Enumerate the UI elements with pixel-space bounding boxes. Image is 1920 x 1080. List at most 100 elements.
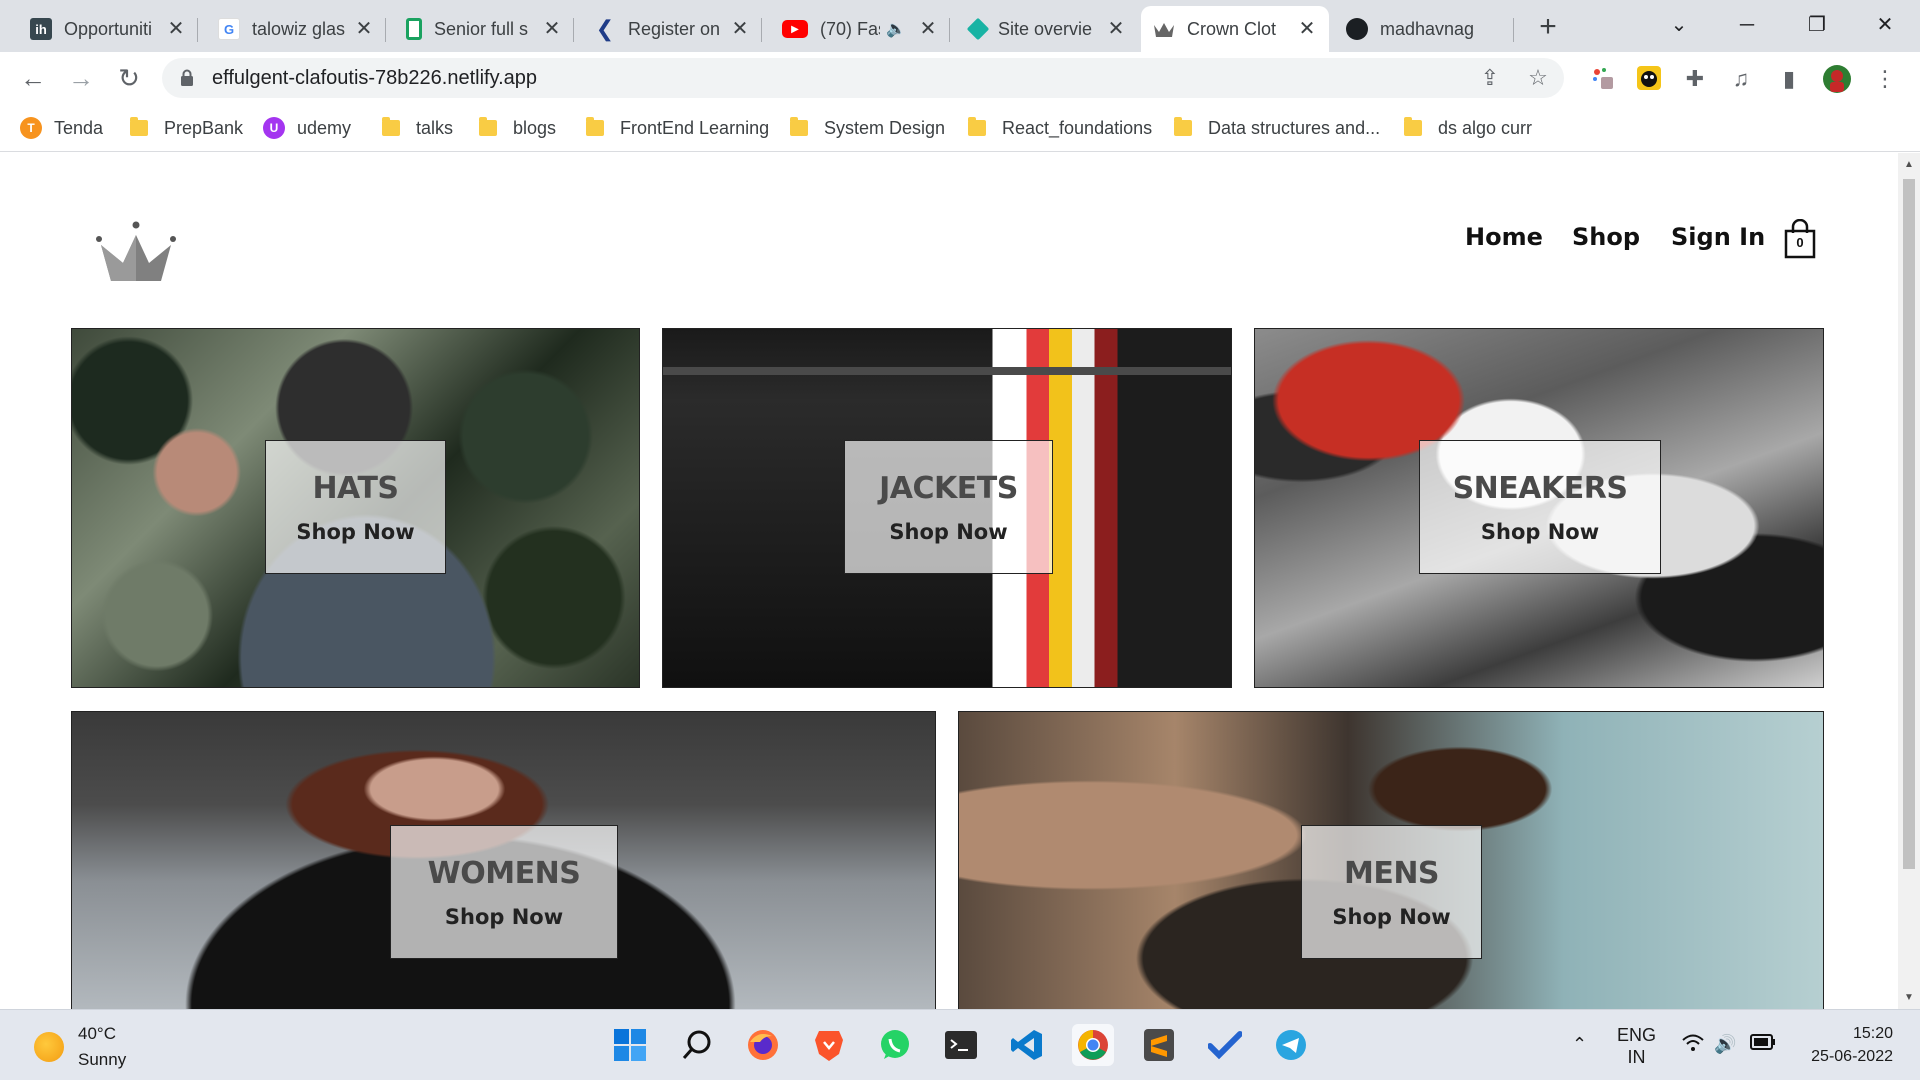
close-icon[interactable]: ✕ [166,18,186,40]
volume-icon[interactable]: 🔊 [1714,1034,1736,1055]
tab-search-icon[interactable]: ⌄ [1656,8,1702,42]
youtube-icon: ▶ [782,20,808,38]
category-box[interactable]: MENS Shop Now [1301,825,1482,959]
tab-site-overview[interactable]: Site overvie ✕ [958,6,1138,52]
tab-crown-clothing[interactable]: Crown Clot ✕ [1141,6,1329,52]
restore-button[interactable]: ❐ [1794,8,1840,42]
bookmarks-bar: T Tenda PrepBank U udemy talks blogs Fro… [0,104,1920,152]
tab-title: Site overvie [998,18,1093,39]
bookmark-udemy[interactable]: U udemy [263,114,351,142]
close-icon[interactable]: ✕ [918,18,938,40]
show-hidden-icons-chevron-icon[interactable]: ⌃ [1572,1034,1587,1055]
back-button[interactable]: ← [16,62,50,96]
close-icon[interactable]: ✕ [354,18,374,40]
crown-logo-icon[interactable] [95,221,177,285]
extension-colorful-icon[interactable] [1588,64,1618,94]
minimize-button[interactable]: ─ [1724,8,1770,42]
bookmark-system-design[interactable]: System Design [790,114,945,142]
bookmark-star-icon[interactable]: ☆ [1524,64,1552,92]
sun-icon[interactable] [34,1032,64,1062]
scroll-down-arrow-icon[interactable]: ▼ [1904,992,1914,1003]
close-icon[interactable]: ✕ [1106,18,1126,40]
language-indicator[interactable]: ENG IN [1617,1024,1656,1068]
bookmark-blogs[interactable]: blogs [479,114,556,142]
side-panel-icon[interactable]: ▮ [1774,64,1804,94]
category-box[interactable]: HATS Shop Now [265,440,446,574]
bookmark-frontend-learning[interactable]: FrontEnd Learning [586,114,769,142]
reload-button[interactable]: ↻ [112,62,146,96]
close-icon[interactable]: ✕ [542,18,562,40]
bookmark-prepbank[interactable]: PrepBank [130,114,243,142]
profile-avatar[interactable] [1822,64,1852,94]
tab-separator [573,18,574,42]
tab-senior-full[interactable]: Senior full s ✕ [394,6,574,52]
forward-button[interactable]: → [64,62,98,96]
speaker-icon[interactable]: 🔈 [886,19,906,39]
whatsapp-icon[interactable] [874,1024,916,1066]
category-mens[interactable]: MENS Shop Now [958,711,1824,1009]
battery-icon[interactable] [1750,1034,1776,1055]
bookmark-ds-algo-curr[interactable]: ds algo curr [1404,114,1532,142]
brave-icon[interactable] [808,1024,850,1066]
bookmark-react-foundations[interactable]: React_foundations [968,114,1152,142]
weather-temperature[interactable]: 40°C [78,1024,116,1044]
bookmark-talks[interactable]: talks [382,114,453,142]
vscode-icon[interactable] [1006,1024,1048,1066]
system-clock[interactable]: 15:20 25-06-2022 [1780,1022,1893,1068]
media-control-icon[interactable]: ♫ [1726,64,1756,94]
category-box[interactable]: JACKETS Shop Now [844,440,1053,574]
telegram-icon[interactable] [1270,1024,1312,1066]
weather-condition[interactable]: Sunny [78,1050,126,1070]
extensions-puzzle-icon[interactable]: ✚ [1680,64,1710,94]
bookmark-data-structures[interactable]: Data structures and... [1174,114,1380,142]
terminal-icon[interactable] [940,1024,982,1066]
tab-opportunities[interactable]: ih Opportuniti ✕ [18,6,198,52]
wifi-icon[interactable] [1682,1034,1704,1057]
nav-sign-in-link[interactable]: Sign In [1671,223,1765,251]
chrome-icon[interactable] [1072,1024,1114,1066]
nav-shop-link[interactable]: Shop [1572,223,1640,251]
scroll-up-arrow-icon[interactable]: ▲ [1904,159,1914,170]
todo-checkmark-icon[interactable] [1204,1024,1246,1066]
sublime-text-icon[interactable] [1138,1024,1180,1066]
windows-taskbar: 40°C Sunny ⌃ ENG IN 🔊 15:20 25-06-2022 [0,1009,1920,1080]
cart-button[interactable]: 0 [1783,218,1817,259]
folder-icon [382,117,400,136]
category-sneakers[interactable]: SNEAKERS Shop Now [1254,328,1824,688]
tab-title: (70) Fas [820,18,880,39]
page-scrollbar[interactable]: ▲ ▼ [1898,153,1920,1009]
tab-register[interactable]: ❮ Register on ✕ [582,6,762,52]
tab-separator [385,18,386,42]
search-icon[interactable] [676,1024,718,1066]
bookmark-label: ds algo curr [1438,117,1533,138]
close-icon[interactable]: ✕ [1297,18,1317,40]
share-icon[interactable]: ⇪ [1476,64,1504,92]
close-icon[interactable]: ✕ [730,18,750,40]
bookmark-tenda[interactable]: T Tenda [20,114,103,142]
category-jackets[interactable]: JACKETS Shop Now [662,328,1232,688]
tab-youtube[interactable]: ▶ (70) Fas 🔈 ✕ [770,6,950,52]
tab-separator [1513,18,1514,42]
firefox-icon[interactable] [742,1024,784,1066]
start-windows-icon[interactable] [609,1024,651,1066]
category-womens[interactable]: WOMENS Shop Now [71,711,936,1009]
scrollbar-thumb[interactable] [1903,179,1915,869]
close-window-button[interactable]: ✕ [1862,8,1908,42]
nav-home-link[interactable]: Home [1465,223,1543,251]
tab-separator [949,18,950,42]
address-bar[interactable]: effulgent-clafoutis-78b226.netlify.app ⇪… [162,58,1564,98]
tab-separator [761,18,762,42]
url-text[interactable]: effulgent-clafoutis-78b226.netlify.app [212,67,537,90]
tab-github[interactable]: madhavnag [1334,6,1514,52]
category-box[interactable]: WOMENS Shop Now [390,825,618,959]
category-box[interactable]: SNEAKERS Shop Now [1419,440,1661,574]
tenda-icon: T [20,117,42,139]
extension-bug-icon[interactable] [1634,64,1664,94]
category-hats[interactable]: HATS Shop Now [71,328,640,688]
bookmark-label: talks [416,117,454,138]
chrome-menu-icon[interactable]: ⋮ [1870,64,1900,94]
tab-talowiz[interactable]: G talowiz glas ✕ [206,6,386,52]
folder-icon [1174,117,1192,136]
interviewbit-icon: ih [30,18,52,40]
new-tab-button[interactable]: + [1530,10,1566,46]
